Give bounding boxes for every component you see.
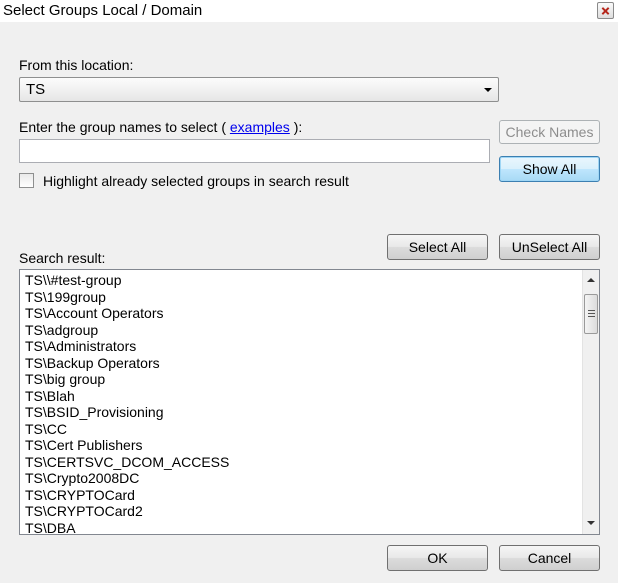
group-names-input[interactable] bbox=[19, 139, 490, 163]
list-item[interactable]: TS\199group bbox=[25, 289, 580, 306]
scroll-up-arrow-icon[interactable] bbox=[587, 278, 595, 282]
chevron-down-icon bbox=[484, 88, 492, 92]
grip-line bbox=[588, 313, 595, 314]
list-item[interactable]: TS\Crypto2008DC bbox=[25, 470, 580, 487]
check-names-button[interactable]: Check Names bbox=[499, 120, 600, 144]
vertical-scrollbar[interactable] bbox=[582, 270, 599, 534]
scroll-thumb[interactable] bbox=[584, 294, 598, 334]
list-item[interactable]: TS\CRYPTOCard2 bbox=[25, 503, 580, 520]
list-item[interactable]: TS\Cert Publishers bbox=[25, 437, 580, 454]
list-item[interactable]: TS\BSID_Provisioning bbox=[25, 404, 580, 421]
scroll-down-arrow-icon[interactable] bbox=[587, 521, 595, 525]
grip-line bbox=[588, 316, 595, 317]
search-result-list[interactable]: TS\\#test-group TS\199group TS\Account Ope… bbox=[19, 269, 600, 535]
list-item[interactable]: TS\\#test-group bbox=[25, 272, 580, 289]
location-dropdown[interactable]: TS bbox=[19, 77, 499, 102]
list-item[interactable]: TS\Backup Operators bbox=[25, 355, 580, 372]
list-item[interactable]: TS\CERTSVC_DCOM_ACCESS bbox=[25, 454, 580, 471]
list-item[interactable]: TS\big group bbox=[25, 371, 580, 388]
unselect-all-button[interactable]: UnSelect All bbox=[499, 234, 600, 260]
highlight-checkbox[interactable] bbox=[19, 173, 34, 188]
search-result-items: TS\\#test-group TS\199group TS\Account Ope… bbox=[25, 272, 580, 534]
title-bar: Select Groups Local / Domain bbox=[0, 0, 618, 22]
search-result-label: Search result: bbox=[19, 250, 106, 266]
location-label: From this location: bbox=[19, 57, 134, 73]
close-button[interactable] bbox=[597, 2, 614, 19]
location-value: TS bbox=[26, 81, 46, 98]
list-item[interactable]: TS\Administrators bbox=[25, 338, 580, 355]
cancel-button[interactable]: Cancel bbox=[499, 545, 600, 571]
group-names-label-suffix: ): bbox=[293, 119, 303, 135]
ok-button[interactable]: OK bbox=[387, 545, 488, 571]
list-item[interactable]: TS\Account Operators bbox=[25, 305, 580, 322]
list-item[interactable]: TS\CC bbox=[25, 421, 580, 438]
list-item[interactable]: TS\Blah bbox=[25, 388, 580, 405]
grip-line bbox=[588, 310, 595, 311]
window-title: Select Groups Local / Domain bbox=[3, 2, 203, 19]
group-names-label: Enter the group names to select ( exampl… bbox=[19, 119, 302, 135]
select-all-button[interactable]: Select All bbox=[387, 234, 488, 260]
list-item[interactable]: TS\CRYPTOCard bbox=[25, 487, 580, 504]
group-names-label-prefix: Enter the group names to select ( bbox=[19, 119, 226, 135]
examples-link[interactable]: examples bbox=[230, 119, 290, 135]
show-all-button[interactable]: Show All bbox=[499, 156, 600, 182]
list-item[interactable]: TS\DBA bbox=[25, 520, 580, 534]
list-item[interactable]: TS\adgroup bbox=[25, 322, 580, 339]
highlight-label: Highlight already selected groups in sea… bbox=[43, 173, 349, 189]
